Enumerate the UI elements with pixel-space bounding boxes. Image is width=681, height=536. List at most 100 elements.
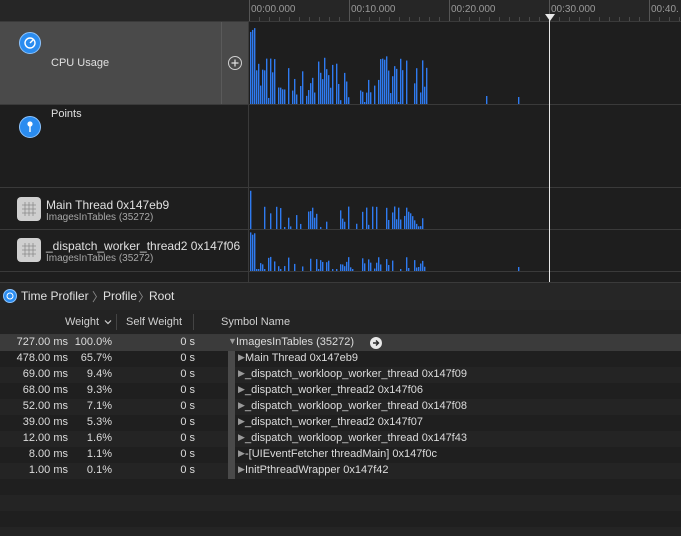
activity-bar	[302, 266, 304, 271]
plus-circle-icon[interactable]	[228, 56, 242, 70]
chevron-down-icon[interactable]	[104, 317, 112, 329]
track-worker-thread[interactable]: _dispatch_worker_thread2 0x147f06 Images…	[0, 230, 681, 272]
playhead-handle-icon[interactable]	[545, 14, 555, 21]
ruler-minor-tick	[259, 17, 260, 21]
track-main-thread-header[interactable]: Main Thread 0x147eb9 ImagesInTables (352…	[0, 188, 249, 229]
table-row[interactable]: 8.00 ms 1.1% 0 s ▶ -[UIEventFetcher threadMa…	[0, 447, 681, 463]
activity-bar	[332, 64, 334, 104]
cell-symbol-name: -[UIEventFetcher threadMain] 0x147f0c	[245, 448, 437, 460]
ruler-minor-tick	[599, 17, 600, 21]
ruler-minor-tick	[519, 17, 520, 21]
playhead-line[interactable]	[549, 17, 550, 282]
cpu-usage-graph[interactable]	[249, 22, 681, 105]
activity-bar	[356, 223, 358, 229]
activity-bar	[296, 215, 298, 229]
activity-bar	[330, 87, 332, 104]
ruler-tick-label: 00:20.000	[451, 4, 496, 15]
disclosure-right-icon[interactable]: ▶	[238, 400, 245, 411]
cell-symbol-name: InitPthreadWrapper 0x147f42	[245, 464, 389, 476]
track-area-spacer	[0, 272, 681, 282]
ruler-minor-tick	[679, 17, 680, 21]
activity-bar	[392, 212, 394, 229]
disclosure-right-icon[interactable]: ▶	[238, 416, 245, 427]
ruler-minor-tick	[539, 17, 540, 21]
activity-bar	[390, 93, 392, 104]
thread-grid-icon	[17, 238, 41, 262]
track-points-header[interactable]: Points	[0, 105, 249, 187]
table-row[interactable]: 39.00 ms 5.3% 0 s ▶ _dispatch_worker_thread2…	[0, 415, 681, 431]
timeline-ruler[interactable]: 00:00.000 00:10.000 00:20.000 00:30.000 …	[0, 0, 681, 22]
activity-bar	[316, 259, 318, 271]
thread-grid-icon	[17, 197, 41, 221]
activity-bar	[270, 256, 272, 271]
activity-bar	[416, 223, 418, 229]
activity-bar	[266, 58, 268, 104]
table-row[interactable]: 727.00 ms 100.0% 0 s ▼ ImagesInTables (35272…	[0, 335, 681, 351]
ruler-major-tick	[349, 0, 350, 21]
activity-bar	[388, 70, 390, 104]
cell-self-weight: 0 s	[180, 464, 195, 476]
cell-weight-percent: 7.1%	[86, 400, 112, 412]
column-header-self-weight[interactable]: Self Weight	[126, 316, 182, 328]
activity-bar	[398, 207, 400, 229]
activity-bar	[322, 261, 324, 271]
activity-bar	[258, 63, 260, 104]
activity-bar	[326, 69, 328, 104]
worker-thread-graph[interactable]	[249, 230, 681, 271]
disclosure-right-icon[interactable]: ▶	[238, 352, 245, 363]
activity-bar	[344, 72, 346, 104]
activity-bar	[406, 207, 408, 229]
track-main-thread-title: Main Thread 0x147eb9	[46, 198, 170, 212]
activity-bar	[408, 268, 410, 271]
main-thread-graph[interactable]	[249, 188, 681, 229]
breadcrumb-item-root[interactable]: Root	[149, 289, 174, 303]
table-row[interactable]: 1.00 ms 0.1% 0 s ▶ InitPthreadWrapper 0x147f…	[0, 463, 681, 479]
disclosure-right-icon[interactable]: ▶	[238, 368, 245, 379]
activity-bar	[310, 211, 312, 229]
activity-bar	[400, 219, 402, 229]
cell-self-weight: 0 s	[180, 336, 195, 348]
activity-bar	[312, 77, 314, 104]
disclosure-right-icon[interactable]: ▶	[238, 464, 245, 475]
activity-bar	[264, 70, 266, 104]
activity-bar	[288, 68, 290, 104]
tree-indent-guide	[228, 383, 235, 399]
column-header-symbol-name[interactable]: Symbol Name	[221, 316, 290, 328]
table-row[interactable]: 12.00 ms 1.6% 0 s ▶ _dispatch_workloop_worke…	[0, 431, 681, 447]
activity-bar	[374, 85, 376, 104]
table-row[interactable]: 478.00 ms 65.7% 0 s ▶ Main Thread 0x147eb9	[0, 351, 681, 367]
column-header-weight[interactable]: Weight	[65, 316, 99, 328]
track-cpu-usage[interactable]: CPU Usage	[0, 22, 681, 105]
activity-bar	[408, 211, 410, 229]
track-cpu-usage-header[interactable]: CPU Usage	[0, 22, 249, 104]
activity-bar	[424, 86, 426, 104]
ruler-minor-tick	[529, 17, 530, 21]
table-row[interactable]: 68.00 ms 9.3% 0 s ▶ _dispatch_worker_thread2…	[0, 383, 681, 399]
activity-bar	[326, 221, 328, 229]
activity-bar	[362, 91, 364, 104]
tree-indent-guide	[228, 463, 235, 479]
tree-indent-guide	[228, 431, 235, 447]
breadcrumb-item-time-profiler[interactable]: Time Profiler	[21, 289, 89, 303]
activity-bar	[416, 267, 418, 271]
activity-bar	[388, 264, 390, 271]
table-row[interactable]: 52.00 ms 7.1% 0 s ▶ _dispatch_workloop_worke…	[0, 399, 681, 415]
ruler-minor-tick	[379, 17, 380, 21]
track-worker-thread-header[interactable]: _dispatch_worker_thread2 0x147f06 Images…	[0, 230, 249, 271]
activity-bar	[270, 58, 272, 104]
disclosure-right-icon[interactable]: ▶	[238, 448, 245, 459]
disclosure-right-icon[interactable]: ▶	[238, 384, 245, 395]
table-row[interactable]: 69.00 ms 9.4% 0 s ▶ _dispatch_workloop_worke…	[0, 367, 681, 383]
activity-bar	[386, 207, 388, 229]
breadcrumb-item-profile[interactable]: Profile	[103, 289, 137, 303]
track-main-thread[interactable]: Main Thread 0x147eb9 ImagesInTables (352…	[0, 188, 681, 230]
worker-thread-bars	[250, 232, 520, 271]
disclosure-right-icon[interactable]: ▶	[238, 432, 245, 443]
points-graph[interactable]	[249, 105, 681, 187]
track-points[interactable]: Points	[0, 105, 681, 188]
activity-bar	[360, 90, 362, 104]
activity-bar	[384, 59, 386, 104]
breadcrumb: Time Profiler 〉 Profile 〉 Root	[0, 282, 681, 311]
arrow-circle-right-icon[interactable]	[370, 337, 382, 349]
activity-bar	[278, 266, 280, 271]
